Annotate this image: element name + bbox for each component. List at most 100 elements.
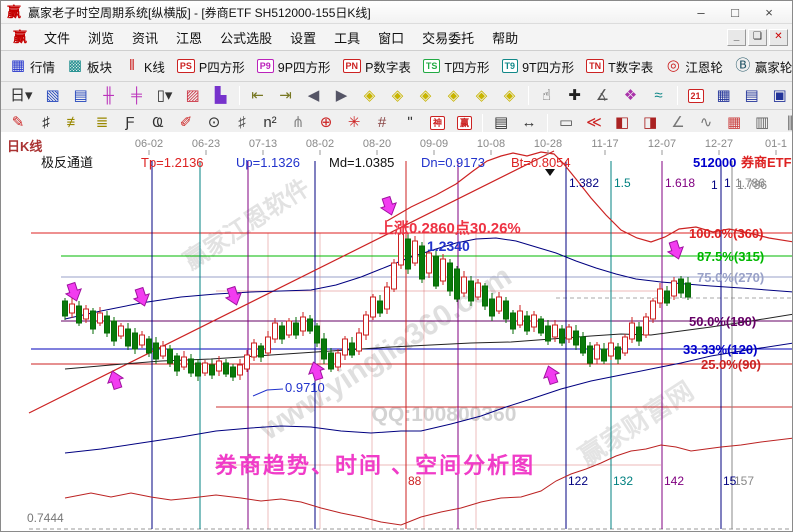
- gann-wheel-button[interactable]: ◎江恩轮: [660, 55, 728, 78]
- fan-a-icon-button[interactable]: ⋔: [285, 112, 311, 134]
- candle-body: [581, 337, 586, 353]
- toolbar-separator: [547, 114, 548, 133]
- menu-item-1[interactable]: 浏览: [79, 26, 123, 49]
- gann-shape-icon-button[interactable]: ❖: [618, 85, 644, 107]
- pattern-icon-button[interactable]: ▨: [180, 85, 206, 107]
- calculator-icon-button[interactable]: ▦: [711, 85, 737, 107]
- wave-icon-button[interactable]: ≈: [646, 85, 672, 107]
- minimize-button[interactable]: –: [684, 5, 718, 20]
- candle-body: [77, 306, 82, 323]
- cycle-clock-icon-button[interactable]: ⊙: [201, 112, 227, 134]
- menu-item-0[interactable]: 文件: [35, 26, 79, 49]
- menu-item-6[interactable]: 工具: [325, 26, 369, 49]
- prev-icon-button[interactable]: ◀: [301, 85, 327, 107]
- grid-red-icon-button[interactable]: ▦: [721, 112, 747, 134]
- gold-ruler-icon-button[interactable]: ≢: [61, 112, 87, 134]
- hand-icon-button[interactable]: ☝: [534, 85, 560, 107]
- menu-item-5[interactable]: 设置: [281, 26, 325, 49]
- ruler2-icon-button[interactable]: ♯: [229, 112, 255, 134]
- diamond-v-icon-button[interactable]: ◈: [497, 85, 523, 107]
- quotes-button[interactable]: ▦行情: [5, 55, 60, 78]
- thin-candle-dropdown: ▯▾: [157, 87, 173, 105]
- close-button[interactable]: ×: [752, 5, 786, 20]
- crosshair-icon-button[interactable]: ✚: [562, 85, 588, 107]
- grid2-icon-button[interactable]: ▥: [749, 112, 775, 134]
- diamond-right-icon-button[interactable]: ◈: [385, 85, 411, 107]
- fan-lines-icon-button[interactable]: ≪: [581, 112, 607, 134]
- chart-text: 07-13: [249, 138, 277, 150]
- diamond-cross-icon-button[interactable]: ◈: [413, 85, 439, 107]
- gold-ruler2-icon-button[interactable]: ≣: [89, 112, 115, 134]
- menu-item-9[interactable]: 帮助: [483, 26, 527, 49]
- candle-body: [364, 315, 369, 335]
- t-table-button[interactable]: TNT数字表: [581, 55, 658, 78]
- diamond-star-icon: ◈: [446, 87, 462, 105]
- diamond-left-icon-button[interactable]: ◈: [357, 85, 383, 107]
- candle-body: [112, 321, 117, 341]
- wheel-icon-button[interactable]: ✳: [341, 112, 367, 134]
- winner-wheel-button[interactable]: Ⓑ赢家轮: [730, 55, 793, 78]
- p-square-button[interactable]: PSP四方形: [172, 55, 250, 78]
- network-icon-button[interactable]: ▧: [40, 85, 66, 107]
- n2-icon-button[interactable]: n²: [257, 112, 283, 134]
- angle-icon-button[interactable]: ∡: [590, 85, 616, 107]
- mdi-close-button[interactable]: ✕: [769, 29, 788, 46]
- slants-icon-button[interactable]: ∥: [777, 112, 793, 134]
- f-ruler-icon-button[interactable]: Ƒ: [117, 112, 143, 134]
- save-icon-button[interactable]: ▣: [767, 85, 793, 107]
- candle-body: [210, 365, 215, 375]
- box-shade-icon-button[interactable]: ◨: [637, 112, 663, 134]
- histogram-icon-button[interactable]: ▙: [208, 85, 234, 107]
- chart-text: 09-09: [420, 138, 448, 150]
- p-table-button[interactable]: PNP数字表: [338, 55, 416, 78]
- candle-body: [161, 346, 166, 356]
- bars-9-icon-button[interactable]: ╪: [124, 85, 150, 107]
- square-spiral-icon-button[interactable]: #: [369, 112, 395, 134]
- thin-candle-dropdown-button[interactable]: ▯▾: [152, 85, 178, 107]
- ruler123-icon-button[interactable]: ▤: [488, 112, 514, 134]
- p9-square-button[interactable]: P99P四方形: [252, 55, 336, 78]
- maximize-button[interactable]: □: [718, 5, 752, 20]
- candle-body: [469, 281, 474, 301]
- last-icon-button[interactable]: ⇥: [273, 85, 299, 107]
- t9-square-button[interactable]: T99T四方形: [497, 55, 580, 78]
- next-icon-button[interactable]: ▶: [329, 85, 355, 107]
- pencil2-icon-button[interactable]: ✐: [173, 112, 199, 134]
- bars-3-icon-button[interactable]: ╫: [96, 85, 122, 107]
- gann-circle-icon-button[interactable]: ⊕: [313, 112, 339, 134]
- menu-item-7[interactable]: 窗口: [369, 26, 413, 49]
- kline-chart-area[interactable]: QQ:100800360www.yingjia360.com赢家江恩软件赢家财富…: [1, 132, 793, 532]
- kline-button[interactable]: ‖K线: [119, 55, 170, 78]
- width-measure-icon-button[interactable]: ↔: [516, 112, 542, 134]
- info-doc-icon-button[interactable]: ▤: [68, 85, 94, 107]
- t-square-button[interactable]: TST四方形: [418, 55, 495, 78]
- menu-item-4[interactable]: 公式选股: [211, 26, 281, 49]
- menu-item-2[interactable]: 资讯: [123, 26, 167, 49]
- chart-text: 0.9710: [285, 380, 325, 395]
- shen-icon-button[interactable]: 神: [425, 114, 450, 132]
- app-window: 赢 赢家老子时空周期系统[纵横版] - [券商ETF SH512000-155日…: [0, 0, 793, 532]
- ying-icon-button[interactable]: 赢: [452, 114, 477, 132]
- box-fan-icon-button[interactable]: ◧: [609, 112, 635, 134]
- chart-text: 25.0%(90): [701, 357, 761, 372]
- diamond-h-icon-button[interactable]: ◈: [469, 85, 495, 107]
- calendar-icon-button[interactable]: 21: [683, 87, 709, 105]
- sectors-button[interactable]: ▩板块: [62, 55, 117, 78]
- zigzag-icon-button[interactable]: ∿: [693, 112, 719, 134]
- ruler-ticks-icon-button[interactable]: ♯: [33, 112, 59, 134]
- menu-item-8[interactable]: 交易委托: [413, 26, 483, 49]
- mdi-minimize-button[interactable]: _: [727, 29, 746, 46]
- kline-chart-canvas[interactable]: QQ:100800360www.yingjia360.com赢家江恩软件赢家财富…: [1, 132, 793, 532]
- m-mark-icon-button[interactable]: ʺ: [397, 112, 423, 134]
- mdi-restore-button[interactable]: ❏: [748, 29, 767, 46]
- kline-style-dropdown-button[interactable]: 日▾: [5, 85, 38, 107]
- pencil-icon-button[interactable]: ✎: [5, 112, 31, 134]
- candle-body: [238, 365, 243, 375]
- spiral-icon-button[interactable]: Ҩ: [145, 112, 171, 134]
- angle-lines-icon-button[interactable]: ∠: [665, 112, 691, 134]
- menu-item-3[interactable]: 江恩: [167, 26, 211, 49]
- notes-icon-button[interactable]: ▤: [739, 85, 765, 107]
- box-icon-button[interactable]: ▭: [553, 112, 579, 134]
- first-icon-button[interactable]: ⇤: [245, 85, 271, 107]
- diamond-star-icon-button[interactable]: ◈: [441, 85, 467, 107]
